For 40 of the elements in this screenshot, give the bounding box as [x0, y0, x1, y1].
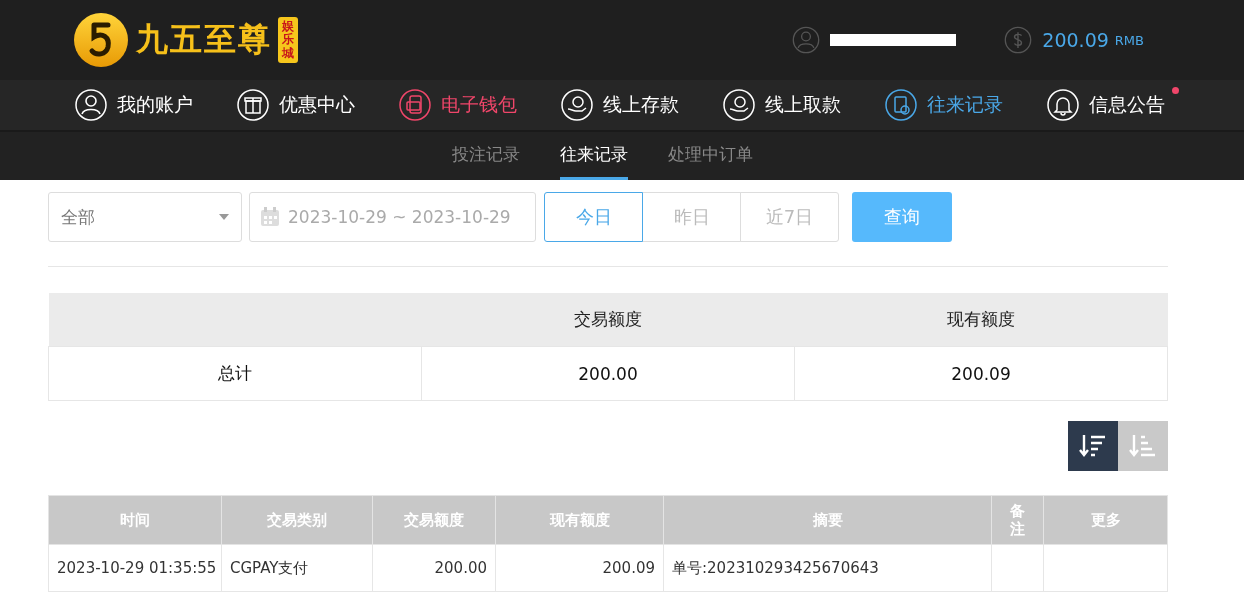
wallet-icon [399, 89, 431, 121]
nav-item[interactable]: 信息公告 [1047, 89, 1165, 121]
column-header: 现有额度 [947, 309, 1015, 329]
currency-label: RMB [1114, 32, 1144, 48]
type-select[interactable]: 全部 [48, 192, 242, 242]
sub-tab[interactable]: 处理中订单 [667, 132, 753, 180]
column-header: 交易额度 [574, 309, 642, 329]
coin-hand-icon [561, 89, 593, 121]
bell-icon [1047, 89, 1079, 121]
table-cell: 单号:202310293425670643 [672, 558, 879, 577]
logo-icon [72, 11, 130, 69]
coin-hand-icon [723, 89, 755, 121]
table-cell: 200.09 [602, 559, 655, 577]
table-cell: 总计 [48, 346, 422, 401]
table-cell: 200.09 [794, 346, 1168, 401]
calendar-icon [260, 207, 280, 227]
nav-item[interactable]: 优惠中心 [237, 89, 355, 121]
table-cell: CGPAY支付 [230, 558, 309, 577]
nav-item[interactable]: 往来记录 [885, 89, 1003, 121]
sub-tab[interactable]: 往来记录 [559, 132, 628, 180]
user-icon [75, 89, 107, 121]
quick-date-button[interactable]: 今日 [544, 192, 643, 242]
nav-item[interactable]: 线上存款 [561, 89, 679, 121]
logo-title: 九五至尊 [136, 19, 272, 60]
caret-icon [219, 214, 229, 220]
clipboard-clock-icon [885, 89, 917, 121]
dollar-icon [1004, 26, 1033, 54]
logo-badge: 娱乐城 [278, 17, 298, 63]
user-icon [792, 26, 821, 54]
balance-amount: 200.09 [1042, 29, 1109, 51]
nav-item[interactable]: 电子钱包 [399, 89, 517, 121]
gift-icon [237, 89, 269, 121]
table-cell: 200.00 [434, 559, 487, 577]
nav-item[interactable]: 线上取款 [723, 89, 841, 121]
nav-item[interactable]: 我的账户 [75, 89, 193, 121]
date-range-text: 2023-10-29 ~ 2023-10-29 [288, 207, 511, 227]
sort-button[interactable] [1068, 421, 1118, 471]
table-cell: 200.00 [421, 346, 795, 401]
sub-tab[interactable]: 投注记录 [451, 132, 520, 180]
table-cell: 2023-10-29 01:35:55 [57, 559, 217, 577]
